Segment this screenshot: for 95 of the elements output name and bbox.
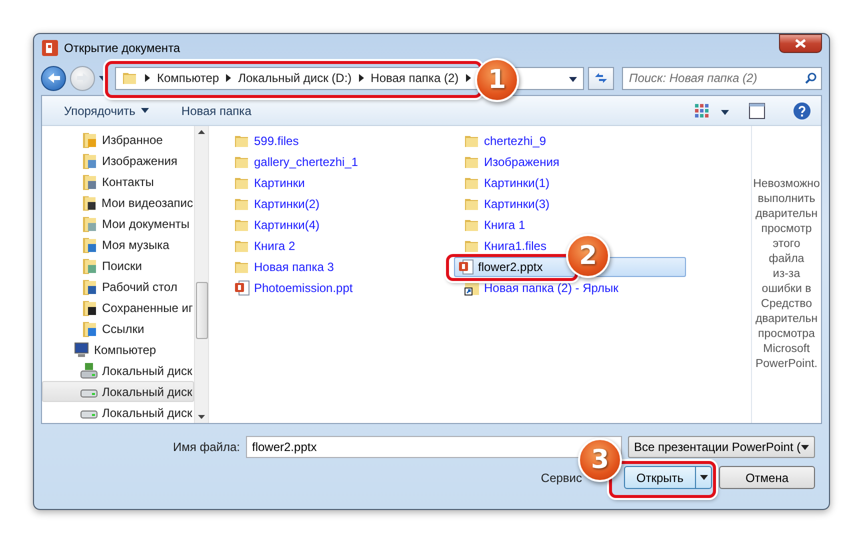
close-icon bbox=[795, 39, 806, 48]
folder-icon bbox=[82, 300, 98, 316]
file-item[interactable]: Картинки(2) bbox=[231, 195, 320, 213]
presentation-file-icon bbox=[234, 280, 250, 296]
chevron-right-icon bbox=[145, 74, 150, 82]
file-item[interactable]: Картинки(1) bbox=[461, 174, 550, 192]
new-folder-button[interactable]: Новая папка bbox=[173, 100, 260, 120]
folder-icon bbox=[82, 194, 98, 210]
breadcrumb[interactable]: Компьютер bbox=[157, 71, 220, 85]
search-icon bbox=[805, 72, 817, 84]
breadcrumb[interactable]: Локальный диск (D:) bbox=[238, 71, 352, 85]
sidebar-item[interactable]: Контакты bbox=[42, 171, 194, 192]
cancel-button[interactable]: Отмена bbox=[719, 466, 815, 489]
folder-icon bbox=[234, 238, 250, 254]
folder-icon bbox=[82, 258, 98, 274]
folder-icon bbox=[82, 174, 98, 190]
organize-button[interactable]: Упорядочить bbox=[56, 100, 158, 120]
sidebar-item[interactable]: Рабочий стол bbox=[42, 276, 194, 297]
search-field[interactable]: Поиск: Новая папка (2) bbox=[622, 66, 822, 90]
scrollbar-thumb[interactable] bbox=[196, 282, 208, 339]
sidebar-item[interactable]: Моя музыка bbox=[42, 234, 194, 255]
file-item[interactable]: chertezhi_9 bbox=[461, 132, 546, 150]
scroll-up-icon[interactable] bbox=[198, 130, 205, 134]
folder-icon bbox=[464, 196, 480, 212]
folder-icon bbox=[464, 217, 480, 233]
caret-icon bbox=[141, 108, 150, 113]
folder-icon bbox=[234, 196, 250, 212]
scroll-down-icon[interactable] bbox=[198, 415, 205, 419]
sidebar-item[interactable]: Ссылки bbox=[42, 318, 194, 339]
scrollbar[interactable] bbox=[194, 126, 209, 423]
close-button[interactable] bbox=[779, 34, 822, 53]
chevron-right-icon bbox=[466, 74, 471, 82]
folder-icon bbox=[122, 70, 138, 86]
app-icon bbox=[42, 40, 58, 56]
sidebar-item[interactable]: Избранное bbox=[42, 129, 194, 150]
file-item[interactable]: Картинки bbox=[231, 174, 305, 192]
computer-icon bbox=[72, 342, 90, 358]
sidebar-item[interactable]: Компьютер bbox=[42, 339, 194, 360]
open-button[interactable]: Открыть bbox=[624, 466, 712, 489]
file-item[interactable]: Новая папка 3 bbox=[231, 258, 334, 276]
sidebar-item[interactable]: Мои документы bbox=[42, 213, 194, 234]
refresh-button[interactable] bbox=[588, 66, 614, 90]
window-title: Открытие документа bbox=[64, 40, 182, 54]
folder-icon bbox=[82, 216, 98, 232]
sidebar-item[interactable]: Сохраненные иг bbox=[42, 297, 194, 318]
folder-icon bbox=[464, 133, 480, 149]
folder-icon bbox=[82, 278, 98, 294]
file-item[interactable]: 599.files bbox=[231, 132, 299, 150]
shortcut-icon bbox=[464, 280, 480, 296]
sidebar-item[interactable]: Изображения bbox=[42, 150, 194, 171]
refresh-icon bbox=[594, 72, 608, 84]
folder-icon bbox=[234, 175, 250, 191]
arrow-right-icon bbox=[76, 72, 90, 84]
filetype-dropdown[interactable]: Все презентации PowerPoint ( bbox=[628, 436, 815, 458]
file-item[interactable]: Картинки(4) bbox=[231, 216, 320, 234]
file-item[interactable]: Книга1.files bbox=[461, 237, 546, 255]
caret-icon bbox=[700, 475, 708, 480]
chevron-right-icon bbox=[226, 74, 232, 82]
filename-label: Имя файла: bbox=[173, 440, 240, 454]
folder-icon bbox=[464, 154, 480, 170]
breadcrumb[interactable]: Новая папка (2) bbox=[370, 71, 459, 85]
sidebar-item[interactable]: Поиски bbox=[42, 255, 194, 276]
file-item[interactable]: Изображения bbox=[461, 153, 560, 171]
view-icon[interactable] bbox=[695, 104, 709, 118]
folder-icon bbox=[82, 132, 98, 148]
sidebar-item[interactable]: Локальный диск bbox=[42, 360, 194, 381]
folder-icon bbox=[234, 217, 250, 233]
folder-icon bbox=[464, 175, 480, 191]
preview-message: Невозможно выполнить дварительн просмотр этого файла из-за ошибки в Средство дварительн просмотра Microsoft PowerPoint. bbox=[752, 177, 821, 372]
help-icon[interactable] bbox=[793, 102, 811, 120]
folder-icon bbox=[234, 259, 250, 275]
file-item[interactable]: Картинки(3) bbox=[461, 195, 550, 213]
folder-icon bbox=[82, 236, 98, 252]
file-item[interactable]: Photoemission.ppt bbox=[231, 279, 353, 297]
folder-icon bbox=[464, 238, 480, 254]
file-item[interactable]: Книга 1 bbox=[461, 216, 526, 234]
back-button[interactable] bbox=[41, 66, 66, 90]
file-item[interactable]: Новая папка (2) - Ярлык bbox=[461, 279, 618, 297]
presentation-file-icon bbox=[458, 259, 474, 275]
chevron-right-icon bbox=[358, 74, 364, 82]
file-item[interactable]: gallery_chertezhi_1 bbox=[231, 153, 358, 171]
folder-icon bbox=[234, 154, 250, 170]
preview-pane-icon[interactable] bbox=[749, 102, 765, 118]
drive-icon bbox=[80, 362, 98, 378]
sidebar-item[interactable]: Мои видеозапис bbox=[42, 192, 194, 213]
caret-icon bbox=[801, 444, 809, 450]
arrow-left-icon bbox=[46, 72, 60, 84]
folder-icon bbox=[82, 320, 98, 336]
folder-icon bbox=[82, 152, 98, 168]
folder-icon bbox=[234, 133, 250, 149]
caret-icon bbox=[569, 77, 577, 82]
file-item[interactable]: Книга 2 bbox=[231, 237, 296, 255]
sidebar-item[interactable]: Локальный диск bbox=[42, 402, 194, 423]
caret-icon bbox=[721, 110, 729, 114]
sidebar-item[interactable]: Локальный диск bbox=[42, 381, 194, 402]
